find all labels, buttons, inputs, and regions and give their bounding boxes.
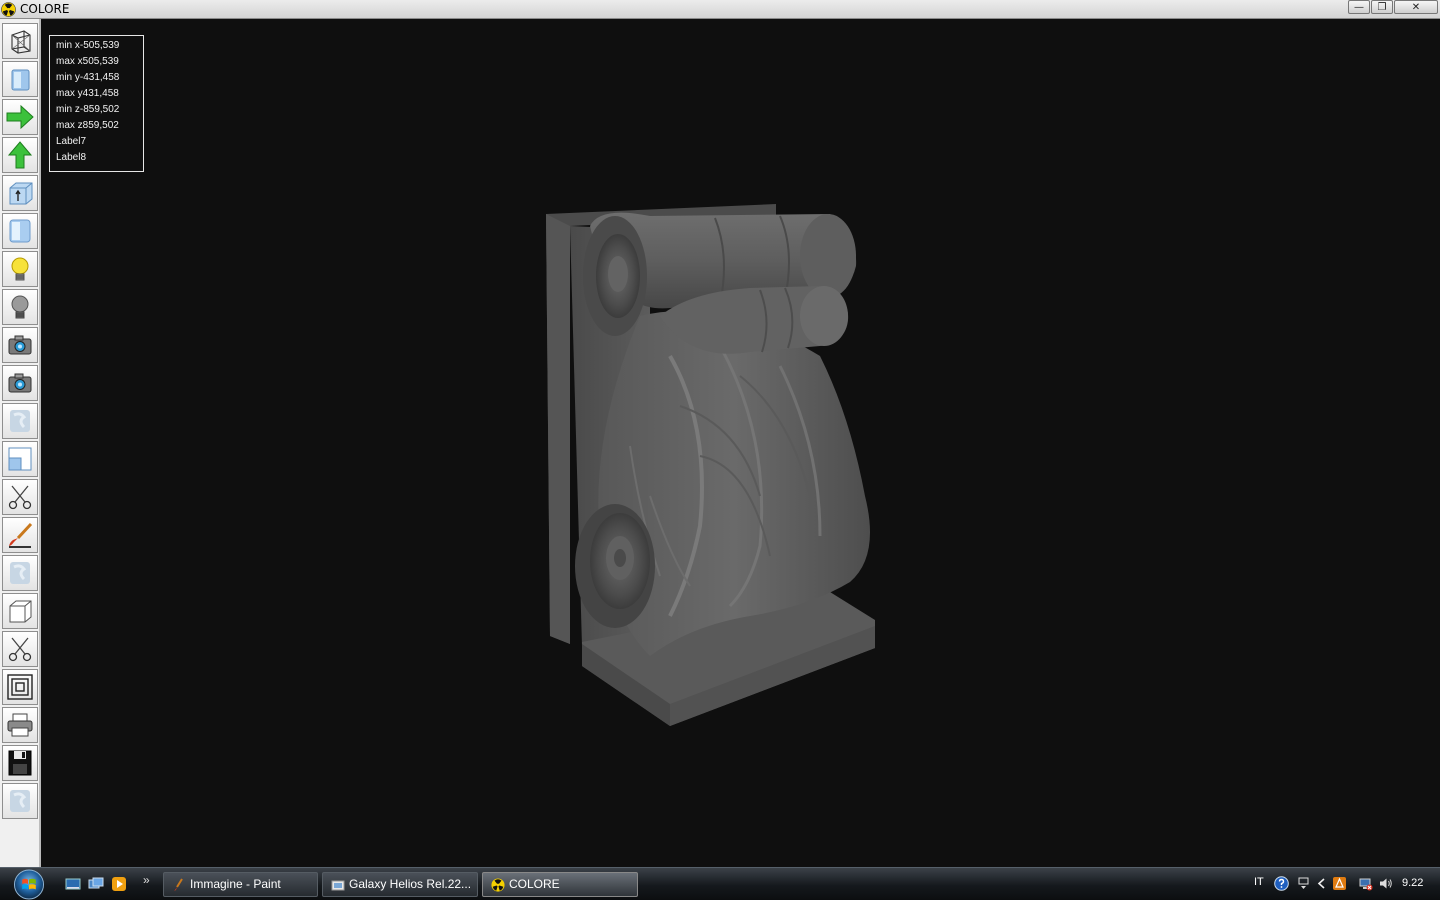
minimize-button[interactable]: — [1348, 0, 1370, 14]
switch-windows-icon[interactable] [88, 876, 104, 892]
tool-scissors-button[interactable] [2, 479, 38, 515]
system-clock[interactable]: 9.22 [1402, 877, 1423, 889]
min-z-label: min z-859,502 [56, 104, 120, 115]
show-desktop-icon[interactable] [65, 876, 81, 892]
paint-brush-icon [9, 522, 33, 548]
bounds-info-panel: min x-505,539 max x505,539 min y-431,458… [49, 35, 144, 172]
split-view-icon [8, 447, 32, 471]
concentric-squares-icon [7, 674, 33, 700]
task-colore[interactable]: COLORE [482, 872, 638, 897]
tool-arrow-right-button[interactable] [2, 99, 38, 135]
task-paint[interactable]: Immagine - Paint [163, 872, 318, 897]
tool-scissors-2-button[interactable] [2, 631, 38, 667]
max-x-label: max x505,539 [56, 56, 119, 67]
max-y-label: max y431,458 [56, 88, 119, 99]
tool-arrow-up-button[interactable] [2, 137, 38, 173]
left-toolbar [0, 19, 41, 867]
tool-light-on-button[interactable] [2, 251, 38, 287]
help-icon[interactable] [1274, 876, 1289, 891]
texture-disabled-3-icon [10, 790, 30, 812]
floppy-disk-icon [8, 750, 32, 776]
texture-disabled-2-icon [10, 562, 30, 584]
tool-axis-box-button[interactable] [2, 175, 38, 211]
task-label: Galaxy Helios Rel.22... [349, 877, 472, 891]
label8: Label8 [56, 152, 87, 163]
task-label: COLORE [509, 877, 560, 891]
media-player-icon[interactable] [111, 876, 127, 892]
tool-light-off-button[interactable] [2, 289, 38, 325]
windows-taskbar: » Immagine - Paint Galaxy Helios Rel.22.… [0, 867, 1440, 900]
tool-concentric-button[interactable] [2, 669, 38, 705]
tool-wireframe-button[interactable] [2, 23, 38, 59]
texture-disabled-icon [10, 410, 30, 432]
task-label: Immagine - Paint [190, 877, 281, 891]
windows-start-icon[interactable] [9, 869, 49, 900]
warning-tray-icon[interactable] [1332, 876, 1347, 891]
min-y-label: min y-431,458 [56, 72, 120, 83]
tool-box-outline-button[interactable] [2, 593, 38, 629]
close-button[interactable]: ✕ [1394, 0, 1438, 14]
arrow-up-icon [7, 141, 33, 169]
device-tray-icon[interactable] [1296, 876, 1311, 891]
printer-icon [7, 713, 33, 737]
tool-print-button[interactable] [2, 707, 38, 743]
tool-camera-2-button[interactable] [2, 365, 38, 401]
tool-camera-button[interactable] [2, 327, 38, 363]
box-outline-icon [9, 600, 32, 623]
quick-launch-chevron[interactable]: » [143, 873, 150, 887]
language-indicator[interactable]: IT [1254, 876, 1264, 888]
tool-solid-button[interactable] [2, 61, 38, 97]
min-x-label: min x-505,539 [56, 40, 120, 51]
volume-icon[interactable] [1378, 876, 1393, 891]
axis-box-icon [9, 182, 33, 205]
arrow-right-icon [6, 104, 34, 130]
light-bulb-off-icon [11, 295, 29, 319]
light-bulb-on-icon [11, 257, 29, 281]
tool-blue-panel-button[interactable] [2, 213, 38, 249]
tool-save-button[interactable] [2, 745, 38, 781]
solid-cube-icon [11, 69, 30, 91]
restore-button[interactable]: ❐ [1371, 0, 1393, 14]
label7: Label7 [56, 136, 87, 147]
wireframe-cube-icon [11, 30, 31, 54]
camera-icon [8, 335, 32, 355]
tool-split-view-button[interactable] [2, 441, 38, 477]
network-error-icon[interactable] [1358, 876, 1373, 891]
tool-texture-2-button[interactable] [2, 555, 38, 591]
max-z-label: max z859,502 [56, 120, 119, 131]
scissors-2-icon [8, 637, 32, 662]
folder-app-icon [331, 880, 345, 891]
tool-paint-brush-button[interactable] [2, 517, 38, 553]
blue-panel-icon [9, 219, 31, 243]
task-galaxy-helios[interactable]: Galaxy Helios Rel.22... [322, 872, 478, 897]
show-hidden-icons-icon[interactable] [1314, 876, 1329, 891]
paint-app-icon [174, 878, 183, 891]
window-controls: — ❐ ✕ [1347, 0, 1438, 16]
camera-2-icon [8, 373, 32, 393]
corbel-3d-model[interactable] [520, 196, 900, 736]
window-titlebar[interactable]: COLORE — ❐ ✕ [0, 0, 1440, 19]
scissors-icon [8, 485, 32, 510]
tool-texture-button[interactable] [2, 403, 38, 439]
tool-texture-3-button[interactable] [2, 783, 38, 819]
window-title: COLORE [20, 2, 70, 16]
radiation-app-icon [1, 2, 16, 17]
radiation-app-icon [491, 878, 505, 892]
